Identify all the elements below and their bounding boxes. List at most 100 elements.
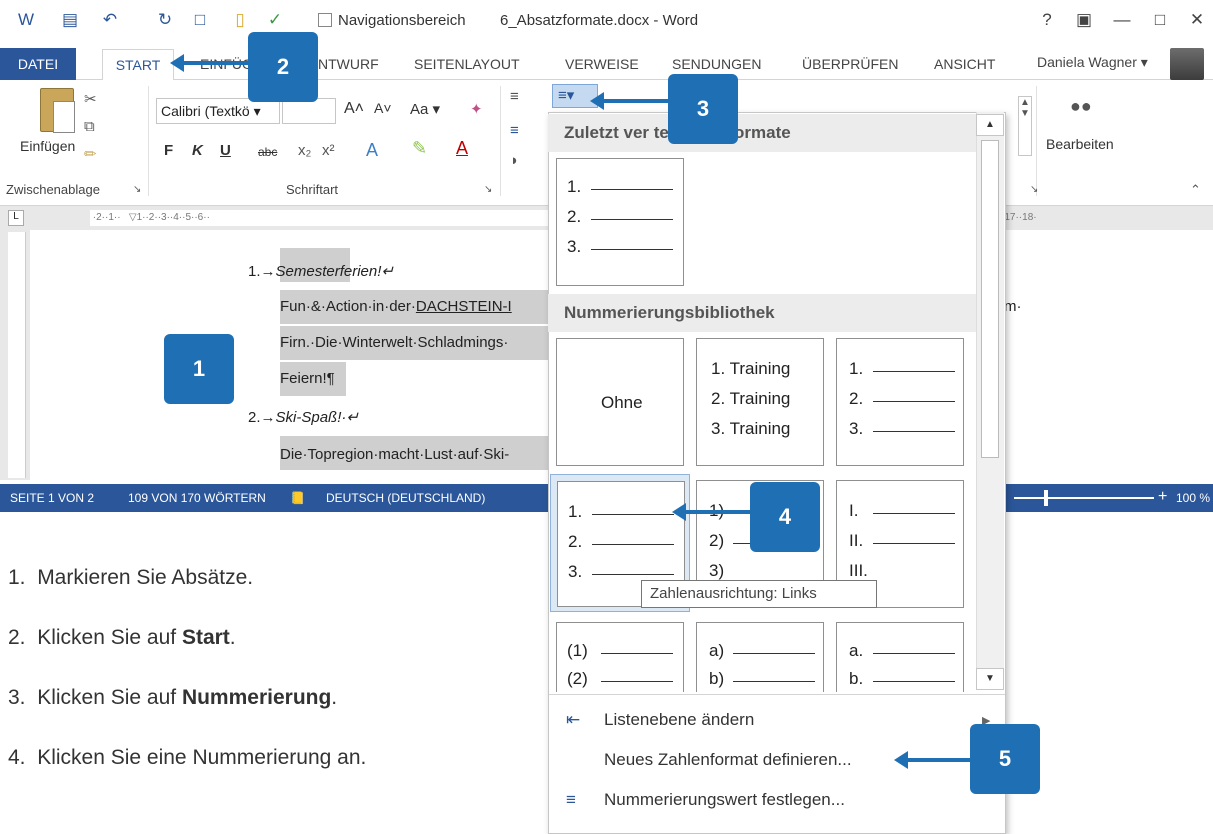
clear-formatting-icon[interactable]: ✦ — [470, 100, 483, 118]
bullets-icon[interactable]: ≡ — [510, 88, 519, 105]
callout-2: 2 — [248, 32, 318, 102]
ribbon-separator — [500, 86, 501, 196]
tab-ansicht[interactable]: ANSICHT — [934, 56, 995, 72]
zoom-slider[interactable] — [1014, 497, 1154, 499]
tab-sendungen[interactable]: SENDUNGEN — [672, 56, 761, 72]
tab-seitenlayout[interactable]: SEITENLAYOUT — [414, 56, 520, 72]
zoom-slider-thumb[interactable] — [1044, 490, 1048, 506]
none-format-tile[interactable]: Ohne — [556, 338, 684, 466]
tab-datei[interactable]: DATEI — [0, 48, 76, 80]
tab-verweise[interactable]: VERWEISE — [565, 56, 639, 72]
spellcheck-icon[interactable]: ✓ — [265, 10, 285, 30]
open-folder-icon[interactable]: ▯ — [230, 10, 250, 30]
scrollbar-thumb[interactable] — [981, 140, 999, 458]
dialog-launcher-icon[interactable]: ↘ — [133, 184, 141, 195]
set-numbering-value-icon: ≡ — [566, 790, 576, 809]
find-binoculars-icon[interactable]: ●● — [1070, 96, 1092, 117]
redo-icon[interactable]: ↻ — [155, 10, 175, 30]
doc-line-2[interactable]: Fun·&·Action·in·der·DACHSTEIN-I — [280, 298, 512, 315]
vertical-ruler[interactable] — [8, 232, 26, 478]
font-color-icon[interactable]: A — [456, 138, 468, 159]
recent-formats-header: Zuletzt ver te Zahlenformate — [548, 114, 976, 152]
list-level-icon: ⇤ — [566, 710, 581, 729]
doc-line-3[interactable]: Firn.·Die·Winterwelt·Schladmings· — [280, 334, 508, 351]
instruction-step-3: 3. Klicken Sie auf Nummerierung. — [8, 686, 338, 709]
highlight-icon[interactable]: ✎ — [412, 138, 427, 159]
heading-text: Ski-Spaß!·↵ — [275, 409, 359, 426]
shrink-font-button[interactable]: A˅ — [374, 100, 392, 116]
zoom-level[interactable]: 100 % — [1176, 491, 1210, 505]
recent-number-format-tile[interactable]: 1. 2. 3. — [556, 158, 684, 286]
close-button[interactable]: ✕ — [1185, 10, 1209, 30]
paste-icon[interactable] — [40, 88, 75, 133]
tab-start[interactable]: START — [102, 49, 174, 81]
change-list-level-item[interactable]: Listenebene ändern — [604, 710, 754, 730]
collapse-ribbon-icon[interactable]: ⌃ — [1190, 182, 1201, 198]
callout-3-arrow — [602, 99, 672, 103]
define-new-number-format-item[interactable]: Neues Zahlenformat definieren... — [604, 750, 852, 770]
tooltip: Zahlenausrichtung: Links — [641, 580, 877, 608]
zoom-in-icon[interactable]: + — [1158, 488, 1167, 506]
page-count[interactable]: SEITE 1 VON 2 — [10, 491, 94, 505]
strikethrough-button[interactable]: abc — [258, 145, 277, 159]
italic-button[interactable]: K — [192, 142, 203, 159]
grow-font-button[interactable]: A˄ — [344, 100, 364, 118]
font-dialog-launcher-icon[interactable]: ↘ — [484, 184, 492, 195]
undo-icon[interactable]: ↶ — [100, 10, 120, 30]
user-name[interactable]: Daniela Wagner ▾ — [1037, 54, 1148, 71]
edit-button-label[interactable]: Bearbeiten — [1046, 136, 1114, 152]
styles-dialog-launcher-icon[interactable]: ↘ — [1030, 184, 1038, 195]
alpha-paren-format-tile[interactable]: a) b) — [696, 622, 824, 692]
align-left-icon[interactable]: ≡ — [510, 122, 519, 139]
scroll-down-icon[interactable]: ▼ — [976, 668, 1004, 690]
text-effects-icon[interactable]: A — [366, 140, 378, 161]
decimal-format-tile[interactable]: 1. 2. 3. — [836, 338, 964, 466]
shading-icon[interactable]: ◗ — [510, 152, 519, 169]
copy-icon[interactable]: ⧉ — [84, 118, 95, 135]
maximize-button[interactable]: □ — [1148, 10, 1172, 30]
heading-text: Semesterferien!↵ — [275, 263, 394, 280]
training-format-tile[interactable]: 1. Training 2. Training 3. Training — [696, 338, 824, 466]
bold-button[interactable]: F — [164, 142, 173, 159]
scroll-up-icon[interactable]: ▲ — [976, 114, 1004, 136]
list-number: 2.→ — [248, 409, 276, 426]
proofing-icon[interactable]: 📒 — [290, 491, 305, 505]
title-bar: W ▤ ↶ ↻ □ ▯ ✓ Navigationsbereich 6_Absat… — [0, 0, 1213, 48]
superscript-icon[interactable]: x² — [322, 142, 335, 159]
numbering-library-header: Nummerierungsbibliothek — [548, 294, 976, 332]
tab-entwurf[interactable]: NTWURF — [318, 56, 379, 72]
navigation-pane-checkbox[interactable] — [318, 13, 332, 27]
language[interactable]: DEUTSCH (DEUTSCHLAND) — [326, 491, 485, 505]
doc-line-4[interactable]: Feiern!¶ — [280, 370, 335, 387]
body-text: Fun·&·Action·in·der· — [280, 298, 416, 315]
callout-2-arrow — [182, 61, 250, 65]
set-numbering-value-item[interactable]: Nummerierungswert festlegen... — [604, 790, 845, 810]
save-icon[interactable]: ▤ — [60, 10, 80, 30]
instruction-step-2: 2. Klicken Sie auf Start. — [8, 626, 236, 649]
numbering-icon: ≡▾ — [558, 87, 575, 104]
ribbon-display-button[interactable]: ▣ — [1072, 10, 1096, 30]
cut-icon[interactable]: ✂ — [84, 90, 97, 108]
styles-scroll[interactable]: ▲ ▼ — [1018, 96, 1032, 156]
paste-button-label[interactable]: Einfügen — [20, 138, 75, 154]
doc-line-6[interactable]: Die·Topregion·macht·Lust·auf·Ski- — [280, 446, 509, 463]
ribbon-separator — [1036, 86, 1037, 196]
format-painter-icon[interactable]: ✏ — [84, 145, 97, 163]
avatar[interactable] — [1170, 48, 1204, 80]
tab-selector[interactable]: L — [8, 210, 24, 226]
help-button[interactable]: ? — [1035, 10, 1059, 30]
doc-line-5[interactable]: 2.→Ski-Spaß!·↵ — [248, 408, 359, 426]
alpha-dot-format-tile[interactable]: a. b. — [836, 622, 964, 692]
instruction-step-1: 1. Markieren Sie Absätze. — [8, 566, 254, 589]
underline-button[interactable]: U — [220, 142, 231, 159]
doc-line-1[interactable]: 1.→Semesterferien!↵ — [248, 262, 394, 280]
new-document-icon[interactable]: □ — [190, 10, 210, 30]
word-count[interactable]: 109 VON 170 WÖRTERN — [128, 491, 266, 505]
window-title: 6_Absatzformate.docx - Word — [500, 12, 699, 29]
change-case-button[interactable]: Aa ▾ — [410, 100, 440, 118]
minimize-button[interactable]: — — [1110, 10, 1134, 30]
subscript-icon[interactable]: x₂ — [298, 142, 311, 159]
callout-3: 3 — [668, 74, 738, 144]
paren-number-format-tile[interactable]: (1) (2) — [556, 622, 684, 692]
tab-ueberpruefen[interactable]: ÜBERPRÜFEN — [802, 56, 898, 72]
